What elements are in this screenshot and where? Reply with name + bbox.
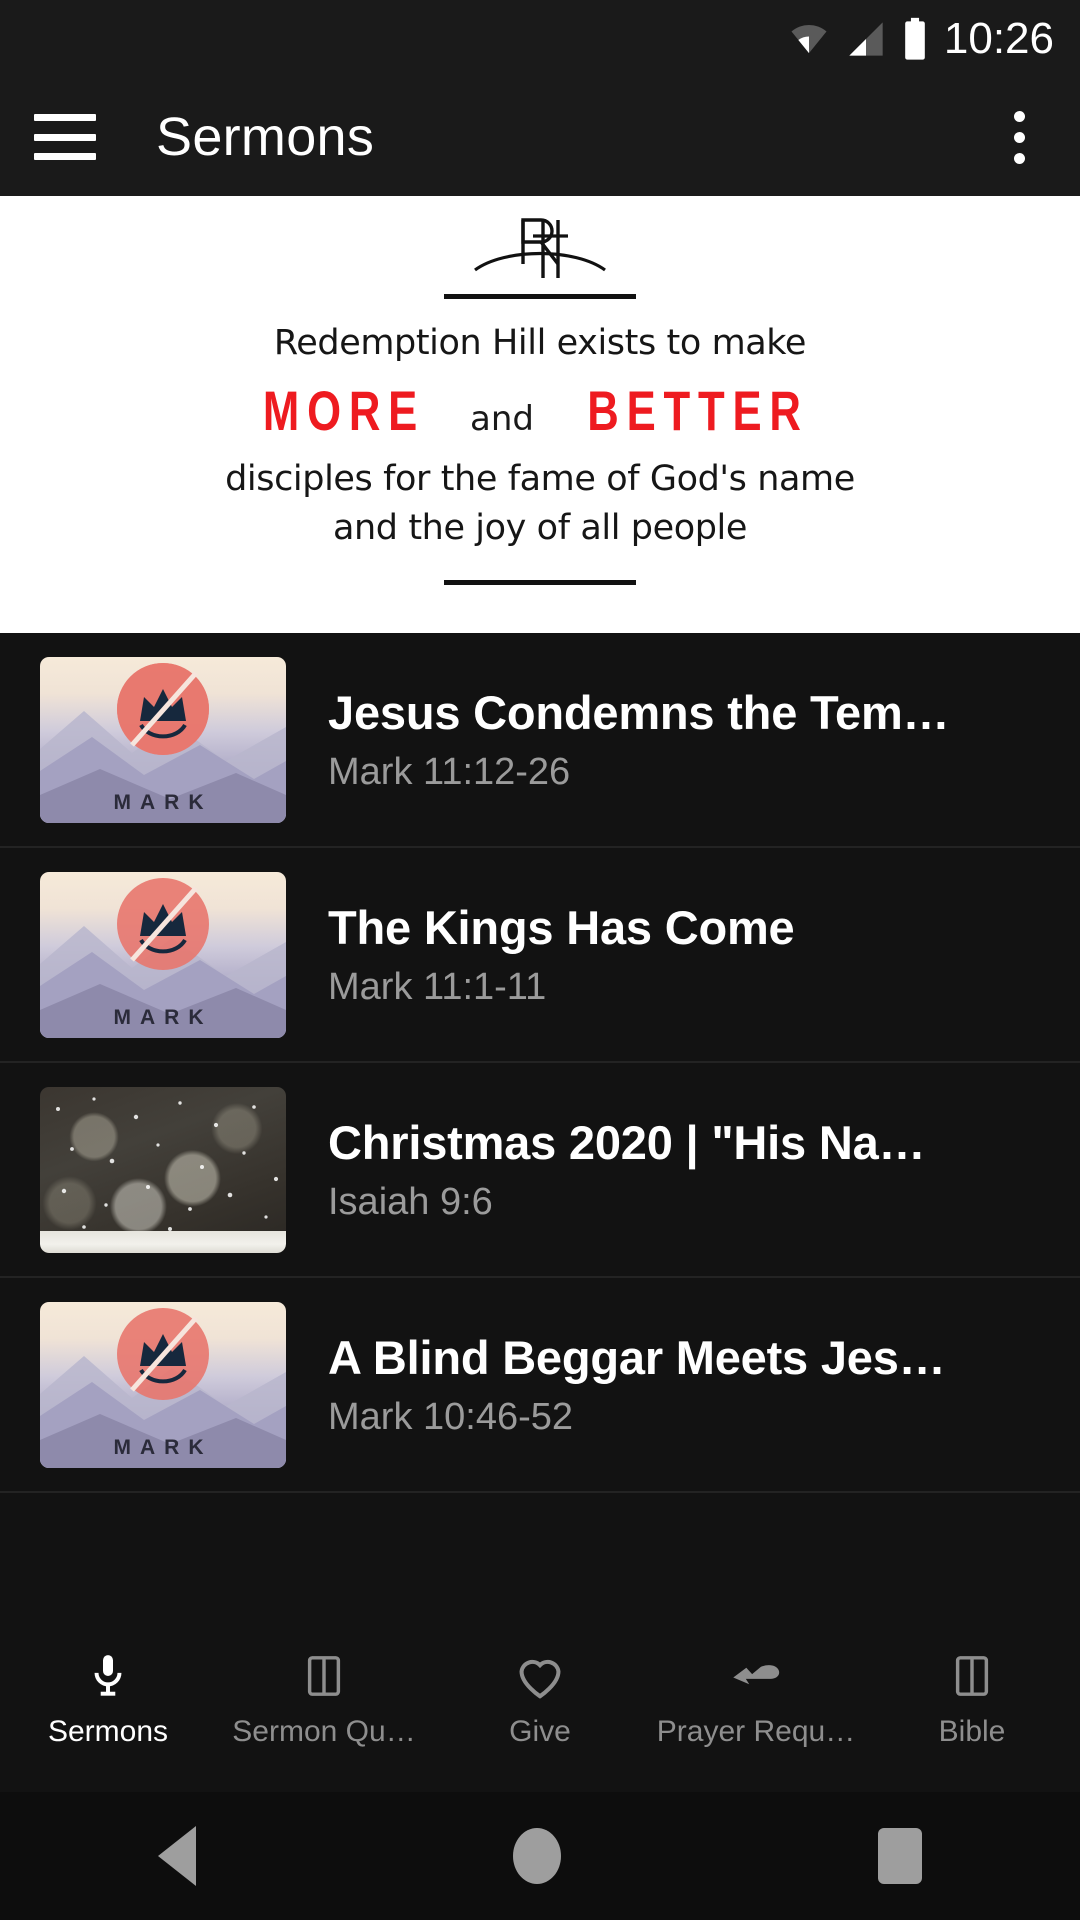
- sermon-thumbnail: [40, 1086, 286, 1253]
- home-circle-icon[interactable]: [512, 1828, 561, 1884]
- status-icons: [786, 17, 930, 61]
- banner-divider-bottom: [444, 579, 636, 585]
- microphone-icon: [83, 1643, 133, 1709]
- mission-line-1: Redemption Hill exists to make: [273, 323, 807, 363]
- app-screen: 10:26 Sermons Redemption Hill exists to …: [0, 0, 1080, 1920]
- mission-line-4: and the joy of all people: [332, 508, 748, 548]
- tab-prayer-requests[interactable]: Prayer Requ…: [648, 1643, 864, 1749]
- page-title: Sermons: [156, 107, 375, 167]
- banner-divider-top: [444, 294, 636, 299]
- praying-hands-icon: [727, 1643, 785, 1709]
- tab-label: Bible: [938, 1715, 1006, 1748]
- mission-word-better: BETTER: [587, 378, 809, 442]
- sermon-reference: Isaiah 9:6: [328, 1180, 493, 1223]
- rh-monogram-icon: [474, 218, 606, 278]
- sermon-title: The Kings Has Come: [328, 901, 795, 955]
- tab-give[interactable]: Give: [432, 1643, 648, 1749]
- sermon-meta: The Kings Has Come Mark 11:1-11: [328, 900, 1040, 1008]
- series-label: MARK: [113, 1005, 213, 1029]
- tab-label: Prayer Requ…: [656, 1715, 856, 1748]
- hands-glyph: [733, 1665, 780, 1685]
- sermon-title: A Blind Beggar Meets Jes…: [328, 1331, 946, 1385]
- sermon-list-item[interactable]: Christmas 2020 | "His Na… Isaiah 9:6: [0, 1063, 1080, 1278]
- battery-icon: [905, 17, 925, 60]
- mission-highlight-row: MORE and BETTER: [240, 378, 840, 442]
- sermon-thumbnail: MARK: [40, 1301, 286, 1468]
- sermon-list-item[interactable]: MARK The Kings Has Come Mark 11:1-11: [0, 848, 1080, 1063]
- sermon-list-item[interactable]: MARK A Blind Beggar Meets Jes… Mark 10:4…: [0, 1278, 1080, 1493]
- redemption-hill-logo: [465, 210, 615, 288]
- sermon-title: Jesus Condemns the Tem…: [328, 686, 950, 740]
- heart-icon: [513, 1643, 567, 1709]
- tab-sermon-questions[interactable]: Sermon Qu…: [216, 1643, 432, 1749]
- snow-artwork: [56, 1096, 279, 1231]
- sermon-meta: A Blind Beggar Meets Jes… Mark 10:46-52: [328, 1330, 1040, 1438]
- mission-word-and: and: [470, 398, 534, 439]
- recents-square-icon[interactable]: [877, 1828, 922, 1884]
- sermon-title: Christmas 2020 | "His Na…: [328, 1116, 926, 1170]
- more-vertical-icon[interactable]: [992, 102, 1046, 172]
- status-bar: 10:26: [0, 0, 1080, 78]
- sermon-reference: Mark 11:12-26: [328, 750, 571, 793]
- sermon-thumbnail: MARK: [40, 871, 286, 1038]
- cell-signal-icon: [849, 22, 883, 56]
- bottom-tab-bar: Sermons Sermon Qu… Give Prayer Requ… Bib…: [0, 1627, 1080, 1792]
- sermon-list: MARK Jesus Condemns the Tem… Mark 11:12-…: [0, 633, 1080, 1493]
- series-label: MARK: [113, 790, 213, 814]
- sermon-meta: Jesus Condemns the Tem… Mark 11:12-26: [328, 685, 1040, 793]
- sermon-list-item[interactable]: MARK Jesus Condemns the Tem… Mark 11:12-…: [0, 633, 1080, 848]
- sermon-thumbnail: MARK: [40, 656, 286, 823]
- system-navigation-bar: [0, 1792, 1080, 1920]
- back-triangle-icon[interactable]: [158, 1826, 197, 1886]
- series-label: MARK: [113, 1435, 213, 1459]
- book-icon: [301, 1643, 347, 1709]
- mission-word-more: MORE: [262, 378, 426, 442]
- sermon-reference: Mark 10:46-52: [328, 1395, 574, 1438]
- snow-ground: [40, 1230, 286, 1253]
- tab-sermons[interactable]: Sermons: [0, 1643, 216, 1749]
- tab-label: Sermons: [47, 1715, 169, 1748]
- tab-label: Give: [509, 1715, 571, 1748]
- book-icon: [949, 1643, 995, 1709]
- mission-banner: Redemption Hill exists to make MORE and …: [0, 196, 1080, 633]
- mission-line-3: disciples for the fame of God's name: [225, 458, 855, 499]
- wifi-icon: [791, 24, 827, 54]
- sermon-meta: Christmas 2020 | "His Na… Isaiah 9:6: [328, 1115, 1040, 1223]
- tab-bible[interactable]: Bible: [864, 1643, 1080, 1749]
- app-bar: Sermons: [0, 78, 1080, 196]
- status-clock: 10:26: [943, 14, 1054, 63]
- sermon-reference: Mark 11:1-11: [328, 965, 547, 1008]
- content-scroll-area[interactable]: Redemption Hill exists to make MORE and …: [0, 196, 1080, 1792]
- tab-label: Sermon Qu…: [232, 1715, 416, 1748]
- hamburger-menu-icon[interactable]: [34, 114, 96, 160]
